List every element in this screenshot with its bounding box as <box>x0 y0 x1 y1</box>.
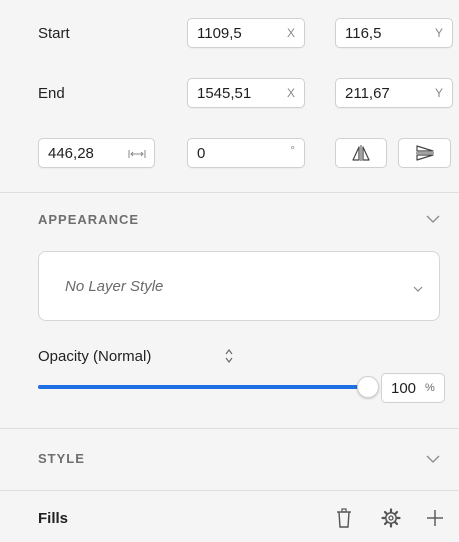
fills-label: Fills <box>38 510 69 527</box>
plus-icon[interactable] <box>426 509 444 527</box>
end-x-value: 1545,51 <box>197 85 252 102</box>
length-value: 446,28 <box>48 145 94 162</box>
end-y-suffix: Y <box>434 86 443 100</box>
opacity-value: 100 <box>391 380 417 397</box>
end-label: End <box>38 85 65 102</box>
length-field[interactable]: 446,28 <box>38 138 155 168</box>
rotation-field[interactable]: 0 ° <box>187 138 305 168</box>
start-x-field[interactable]: 1109,5 X <box>187 18 305 48</box>
end-y-field[interactable]: 211,67 Y <box>335 78 453 108</box>
chevron-down-icon <box>413 286 423 292</box>
layer-style-value: No Layer Style <box>65 278 164 295</box>
appearance-section-title: APPEARANCE <box>38 212 140 227</box>
width-arrows-icon <box>128 150 146 158</box>
end-x-field[interactable]: 1545,51 X <box>187 78 305 108</box>
appearance-chevron-down-icon[interactable] <box>426 215 440 223</box>
layer-style-dropdown[interactable]: No Layer Style <box>38 251 440 321</box>
opacity-percent-suffix: % <box>425 382 435 394</box>
flip-horizontal-icon <box>352 145 370 161</box>
gear-icon[interactable] <box>381 508 401 528</box>
start-x-suffix: X <box>286 26 295 40</box>
rotation-suffix: ° <box>290 143 295 157</box>
style-chevron-down-icon[interactable] <box>426 455 440 463</box>
divider-position <box>0 192 459 193</box>
rotation-value: 0 <box>197 145 206 162</box>
flip-vertical-button[interactable] <box>398 138 451 168</box>
opacity-label: Opacity (Normal) <box>38 348 152 365</box>
flip-horizontal-button[interactable] <box>335 138 387 168</box>
end-y-value: 211,67 <box>345 85 390 102</box>
style-section-title: STYLE <box>38 451 85 466</box>
opacity-slider-knob[interactable] <box>357 376 379 398</box>
start-x-value: 1109,5 <box>197 25 242 42</box>
start-y-value: 116,5 <box>345 25 382 42</box>
start-y-field[interactable]: 116,5 Y <box>335 18 453 48</box>
opacity-slider-fill <box>38 385 368 389</box>
divider-appearance <box>0 428 459 429</box>
blend-mode-stepper-icon[interactable] <box>224 348 234 364</box>
opacity-slider[interactable] <box>38 385 368 389</box>
end-x-suffix: X <box>286 86 295 100</box>
start-y-suffix: Y <box>434 26 443 40</box>
divider-style <box>0 490 459 491</box>
opacity-value-field[interactable]: 100 % <box>381 373 445 403</box>
start-label: Start <box>38 25 70 42</box>
flip-vertical-icon <box>415 145 434 161</box>
trash-icon[interactable] <box>336 508 352 528</box>
